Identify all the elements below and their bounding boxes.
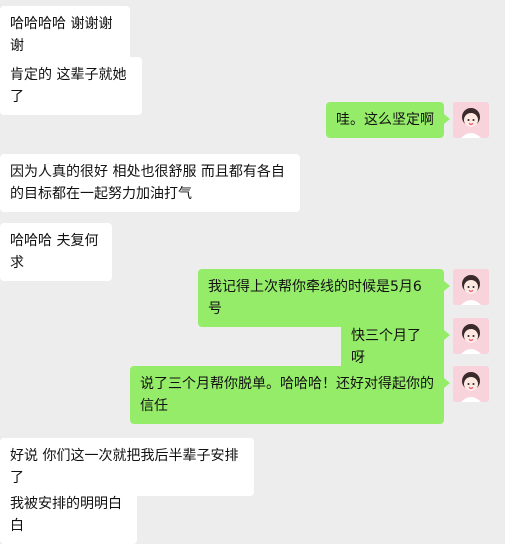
avatar[interactable] (453, 269, 489, 305)
message-bubble-outgoing[interactable]: 说了三个月帮你脱单。哈哈哈！还好对得起你的信任 (130, 366, 450, 424)
message-text: 说了三个月帮你脱单。哈哈哈！还好对得起你的信任 (140, 376, 434, 414)
girl-avatar-icon (453, 366, 489, 402)
girl-avatar-icon (453, 102, 489, 138)
message-text: 哈哈哈哈 谢谢谢谢 (10, 16, 113, 54)
message-text: 我记得上次帮你牵线的时候是5月6号 (208, 279, 422, 317)
message-text: 好说 你们这一次就把我后半辈子安排了 (10, 448, 239, 486)
avatar[interactable] (453, 102, 489, 138)
message-bubble-incoming[interactable]: 我被安排的明明白白 (0, 486, 137, 544)
message-text: 我被安排的明明白白 (10, 496, 122, 534)
chat-conversation: 哈哈哈哈 谢谢谢谢 肯定的 这辈子就她了 哇。这么坚定啊 因为人真的很好 相处也… (0, 0, 505, 544)
message-bubble-incoming[interactable]: 哈哈哈 夫复何求 (0, 223, 112, 281)
message-bubble-outgoing[interactable]: 哇。这么坚定啊 (326, 102, 450, 138)
message-text: 肯定的 这辈子就她了 (10, 67, 127, 105)
avatar[interactable] (453, 366, 489, 402)
girl-avatar-icon (453, 318, 489, 354)
message-text: 哇。这么坚定啊 (336, 112, 434, 128)
message-text: 哈哈哈 夫复何求 (10, 233, 99, 271)
message-bubble-incoming[interactable]: 哈哈哈哈 谢谢谢谢 (0, 6, 130, 64)
message-bubble-incoming[interactable]: 因为人真的很好 相处也很舒服 而且都有各自的目标都在一起努力加油打气 (0, 154, 300, 212)
message-text: 快三个月了呀 (351, 328, 421, 366)
message-text: 因为人真的很好 相处也很舒服 而且都有各自的目标都在一起努力加油打气 (10, 164, 285, 202)
message-bubble-incoming[interactable]: 肯定的 这辈子就她了 (0, 57, 142, 115)
avatar[interactable] (453, 318, 489, 354)
girl-avatar-icon (453, 269, 489, 305)
